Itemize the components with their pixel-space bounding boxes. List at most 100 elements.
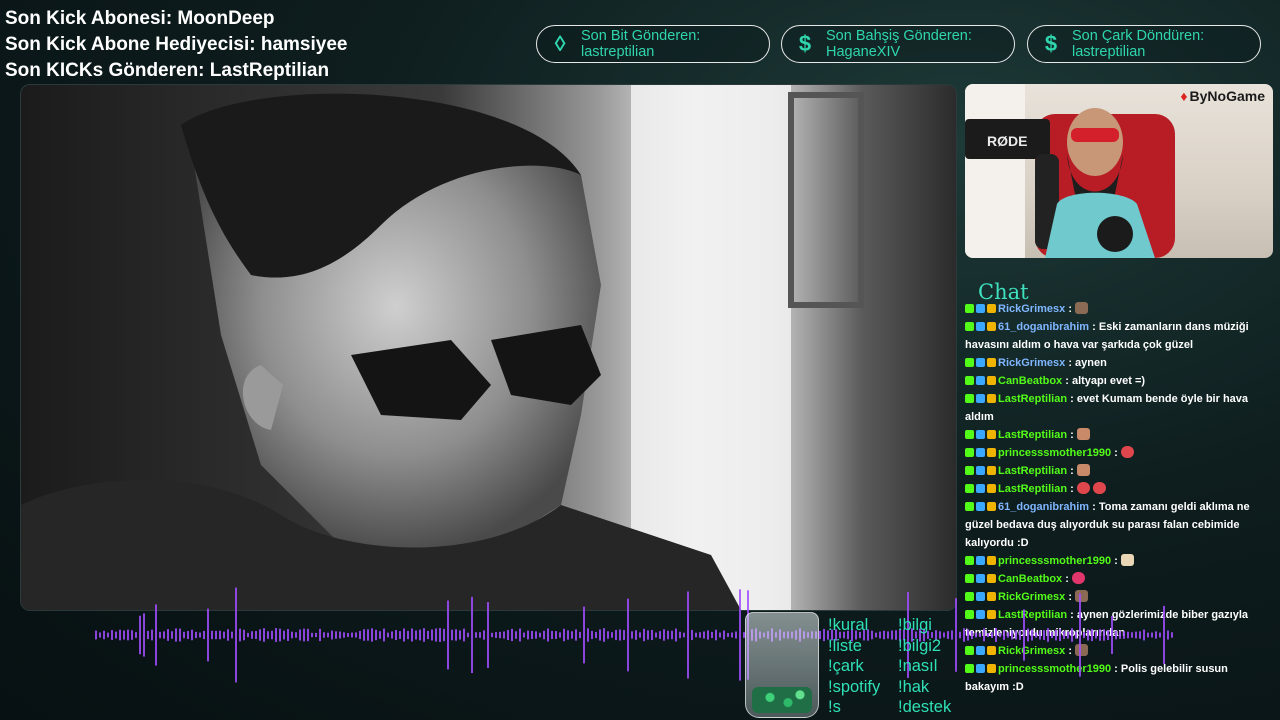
visualizer-bar: [1075, 631, 1077, 639]
user-badges: [965, 318, 998, 336]
visualizer-bar: [183, 631, 185, 639]
visualizer-bar: [1051, 631, 1053, 639]
chat-text: :: [1065, 303, 1072, 315]
visualizer-bar: [247, 632, 249, 638]
visualizer-bar: [599, 629, 601, 641]
visualizer-bar: [427, 630, 429, 640]
user-badges: [965, 462, 998, 480]
visualizer-bar: [1159, 632, 1161, 638]
visualizer-bar: [699, 632, 701, 638]
command-list-right: !bilgi !bilgi2 !nasıl !hak !destek: [898, 615, 951, 718]
visualizer-bar: [455, 629, 457, 641]
visualizer-bar: [143, 613, 145, 657]
visualizer-bar: [259, 629, 261, 641]
chat-message: LastReptilian :: [965, 480, 1273, 498]
visualizer-bar: [1035, 632, 1037, 638]
visualizer-bar: [283, 630, 285, 640]
visualizer-bar: [319, 628, 321, 642]
visualizer-bar: [695, 632, 697, 638]
subscriber-badge-icon: [976, 376, 985, 385]
chat-username[interactable]: RickGrimesx: [998, 303, 1065, 315]
visualizer-bar: [263, 628, 265, 642]
crown-badge-icon: [987, 484, 996, 493]
visualizer-bar: [1163, 605, 1165, 665]
visualizer-bar: [435, 628, 437, 642]
visualizer-bar: [371, 628, 373, 642]
chat-text: :: [1067, 483, 1074, 495]
chat-username[interactable]: RickGrimesx: [998, 357, 1065, 369]
user-badges: [965, 372, 998, 390]
command-item: !çark: [828, 657, 864, 675]
visualizer-bar: [227, 629, 229, 641]
visualizer-bar: [987, 632, 989, 638]
chat-message: CanBeatbox : altyapı evet =): [965, 372, 1273, 390]
visualizer-bar: [423, 628, 425, 642]
user-badges: [965, 390, 998, 408]
visualizer-bar: [1123, 631, 1125, 639]
visualizer-bar: [819, 630, 821, 640]
visualizer-bar: [1167, 630, 1169, 640]
visualizer-bar: [1127, 631, 1129, 639]
visualizer-bar: [127, 629, 129, 641]
visualizer-bar: [339, 631, 341, 639]
chat-username[interactable]: princesssmother1990: [998, 447, 1111, 459]
chat-username[interactable]: CanBeatbox: [998, 375, 1062, 387]
command-item: !nasıl: [898, 657, 938, 675]
visualizer-bar: [439, 628, 441, 642]
visualizer-bar: [587, 628, 589, 642]
chat-username[interactable]: 61_doganibrahim: [998, 321, 1089, 333]
visualizer-bar: [1047, 628, 1049, 642]
chat-username[interactable]: LastReptilian: [998, 483, 1067, 495]
visualizer-bar: [187, 630, 189, 640]
visualizer-bar: [351, 632, 353, 638]
user-badges: [965, 300, 998, 318]
video-player[interactable]: [20, 84, 957, 611]
user-badges: [965, 354, 998, 372]
visualizer-bar: [1031, 629, 1033, 641]
visualizer-bar: [255, 631, 257, 639]
visualizer-bar: [271, 630, 273, 640]
pill-label: Son Çark Döndüren:: [1072, 28, 1205, 44]
user-badges: [965, 480, 998, 498]
chat-message: princesssmother1990 :: [965, 444, 1273, 462]
visualizer-bar: [103, 630, 105, 640]
emote-icon: [1076, 428, 1090, 440]
visualizer-bar: [95, 630, 97, 640]
visualizer-bar: [623, 630, 625, 640]
chat-username[interactable]: LastReptilian: [998, 465, 1067, 477]
visualizer-bar: [675, 628, 677, 642]
visualizer-bar: [159, 631, 161, 639]
kick-badge-icon: [965, 466, 974, 475]
visualizer-bar: [1079, 593, 1081, 677]
visualizer-bar: [995, 628, 997, 642]
visualizer-bar: [975, 632, 977, 638]
visualizer-bar: [503, 631, 505, 639]
jar-contents: [752, 687, 812, 713]
visualizer-bar: [471, 596, 473, 674]
visualizer-bar: [407, 630, 409, 640]
visualizer-bar: [1007, 632, 1009, 638]
chat-username[interactable]: princesssmother1990: [998, 555, 1111, 567]
command-item: !spotify: [828, 677, 881, 696]
visualizer-bar: [1115, 630, 1117, 640]
visualizer-bar: [567, 630, 569, 640]
last-kicks-text: Son KICKs Gönderen: LastReptilian: [5, 60, 330, 81]
visualizer-bar: [135, 632, 137, 638]
brand-mark-icon: ♦: [1180, 88, 1188, 104]
visualizer-bar: [239, 628, 241, 642]
chat-username[interactable]: LastReptilian: [998, 393, 1067, 405]
command-list-left: !kural !liste !çark !spotify !s: [828, 615, 880, 718]
chat-username[interactable]: LastReptilian: [998, 429, 1067, 441]
visualizer-bar: [591, 630, 593, 640]
visualizer-bar: [279, 628, 281, 642]
visualizer-bar: [131, 630, 133, 640]
visualizer-bar: [487, 601, 489, 669]
visualizer-bar: [1103, 629, 1105, 641]
audio-visualizer: [95, 587, 1173, 683]
visualizer-bar: [411, 628, 413, 642]
visualizer-bar: [147, 630, 149, 640]
visualizer-bar: [887, 631, 889, 639]
chat-username[interactable]: 61_doganibrahim: [998, 501, 1089, 513]
visualizer-bar: [1011, 630, 1013, 640]
visualizer-bar: [191, 629, 193, 641]
